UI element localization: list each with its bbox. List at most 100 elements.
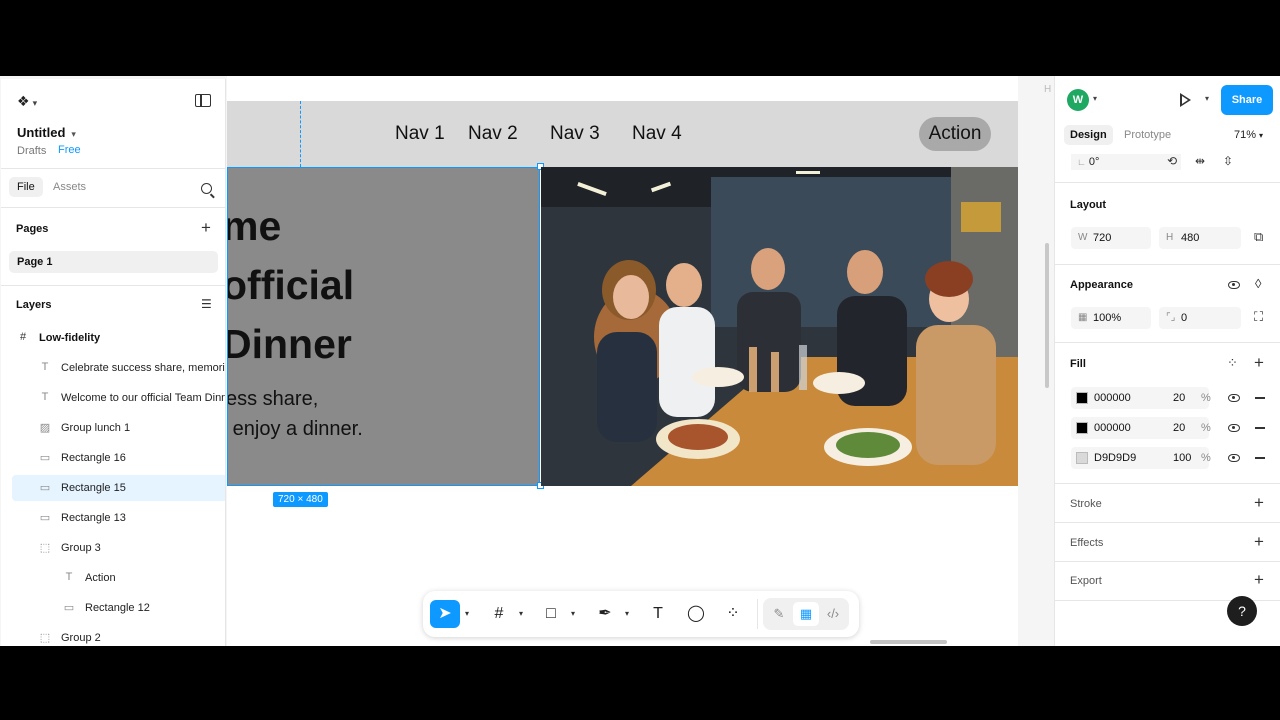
- appearance-header: Appearance: [1070, 279, 1133, 291]
- fill-visibility-eye-icon[interactable]: [1228, 394, 1240, 402]
- layer-row[interactable]: T Celebrate success share, memories: [1, 355, 226, 381]
- plan-badge[interactable]: Free: [53, 143, 86, 157]
- corner-radius-field[interactable]: ⌜⌟ 0: [1159, 307, 1241, 329]
- fill-swatch[interactable]: [1076, 422, 1088, 434]
- layer-row[interactable]: T Welcome to our official Team Dinner: [1, 385, 225, 411]
- layer-row[interactable]: ⬚ Group 3: [1, 535, 225, 561]
- remove-fill-icon[interactable]: [1255, 427, 1265, 429]
- layer-row[interactable]: # Low-fidelity: [1, 325, 225, 351]
- selected-rectangle-15[interactable]: me official Dinner cess share, d enjoy a…: [227, 167, 540, 486]
- fill-opacity-value[interactable]: 20: [1173, 392, 1185, 404]
- fill-hex-value[interactable]: D9D9D9: [1094, 452, 1136, 464]
- opacity-icon: ▦: [1078, 312, 1088, 323]
- blend-mode-icon[interactable]: ◊: [1255, 276, 1261, 291]
- layer-label: Rectangle 16: [61, 452, 126, 464]
- flip-vertical-icon[interactable]: ⇳: [1223, 154, 1233, 168]
- action-button[interactable]: Action: [919, 117, 991, 151]
- layer-row[interactable]: ▭ Rectangle 13: [1, 505, 225, 531]
- text-tool-icon[interactable]: T: [643, 600, 673, 628]
- present-play-icon[interactable]: [1180, 93, 1191, 107]
- pen-tool-icon[interactable]: ✒: [590, 600, 620, 628]
- avatar[interactable]: W: [1067, 89, 1089, 111]
- remove-fill-icon[interactable]: [1255, 457, 1265, 459]
- zoom-menu[interactable]: 71% ▾: [1234, 129, 1263, 141]
- rotate-icon[interactable]: ⟲: [1167, 154, 1177, 168]
- fill-hex-value[interactable]: 000000: [1094, 392, 1131, 404]
- zoom-value: 71%: [1234, 129, 1257, 141]
- main-menu-button[interactable]: ❖ ▾: [17, 93, 37, 110]
- fill-swatch[interactable]: [1076, 452, 1088, 464]
- share-button[interactable]: Share: [1221, 85, 1273, 115]
- help-button[interactable]: ?: [1227, 596, 1257, 626]
- remove-fill-icon[interactable]: [1255, 397, 1265, 399]
- horizontal-scrollbar[interactable]: [870, 640, 947, 644]
- chevron-down-icon[interactable]: ▾: [571, 609, 575, 618]
- group-lunch-image[interactable]: [541, 167, 1018, 486]
- layer-row[interactable]: ⬚ Group 2: [1, 625, 225, 646]
- nav-item-3[interactable]: Nav 3: [550, 123, 600, 145]
- layer-label: Celebrate success share, memories: [61, 362, 226, 374]
- navbar-rectangle[interactable]: [227, 101, 1018, 167]
- layer-row[interactable]: ▨ Group lunch 1: [1, 415, 225, 441]
- flip-horizontal-icon[interactable]: ⇹: [1195, 154, 1205, 168]
- fill-opacity-value[interactable]: 100: [1173, 452, 1191, 464]
- left-panel: ❖ ▾ Untitled ▾ Drafts Free File Assets Pag…: [1, 79, 226, 646]
- opacity-field[interactable]: ▦ 100%: [1071, 307, 1151, 329]
- chevron-down-icon[interactable]: ▾: [519, 609, 523, 618]
- resize-to-fit-icon[interactable]: ⧉: [1254, 229, 1263, 245]
- tab-file[interactable]: File: [9, 177, 43, 197]
- search-icon[interactable]: [201, 183, 212, 194]
- chevron-down-icon[interactable]: ▾: [465, 609, 469, 618]
- draw-mode-icon[interactable]: ✎: [766, 602, 792, 626]
- tab-assets[interactable]: Assets: [53, 181, 86, 193]
- layer-row[interactable]: ▭ Rectangle 15: [12, 475, 225, 501]
- file-location[interactable]: Drafts: [17, 145, 46, 157]
- file-title[interactable]: Untitled ▾: [17, 125, 76, 140]
- layer-row[interactable]: ▭ Rectangle 12: [1, 595, 225, 621]
- tab-design[interactable]: Design: [1064, 125, 1113, 145]
- toggle-sidebar-icon[interactable]: [195, 94, 211, 107]
- fill-row[interactable]: 000000 20%: [1071, 387, 1211, 409]
- tab-prototype[interactable]: Prototype: [1124, 129, 1171, 141]
- visibility-eye-icon[interactable]: [1228, 281, 1240, 289]
- dev-mode-icon[interactable]: ‹/›: [820, 602, 846, 626]
- chevron-down-icon[interactable]: ▾: [1093, 94, 1097, 103]
- fill-row[interactable]: D9D9D9 100%: [1071, 447, 1211, 469]
- size-badge: 720 × 480: [273, 492, 328, 507]
- page-item[interactable]: Page 1: [9, 251, 218, 273]
- fill-visibility-eye-icon[interactable]: [1228, 424, 1240, 432]
- styles-grid-icon[interactable]: ⁘: [1227, 355, 1238, 371]
- rectangle-tool-icon[interactable]: □: [536, 600, 566, 628]
- add-fill-icon[interactable]: +: [1254, 354, 1264, 371]
- opacity-value: 100%: [1093, 312, 1122, 324]
- fill-opacity-value[interactable]: 20: [1173, 422, 1185, 434]
- chevron-down-icon[interactable]: ▾: [625, 609, 629, 618]
- canvas[interactable]: Nav 1 Nav 2 Nav 3 Nav 4 Action me offici…: [227, 76, 1053, 646]
- rotation-field[interactable]: ∟ 0°: [1071, 154, 1181, 170]
- design-mode-icon[interactable]: ▦: [793, 602, 819, 626]
- move-tool-icon[interactable]: ➤: [430, 600, 460, 628]
- actions-tool-icon[interactable]: ⁘: [718, 600, 748, 628]
- chevron-down-icon[interactable]: ▾: [1205, 94, 1209, 103]
- nav-item-2[interactable]: Nav 2: [468, 123, 518, 145]
- fill-swatch[interactable]: [1076, 392, 1088, 404]
- width-field[interactable]: W 720: [1071, 227, 1151, 249]
- layer-row[interactable]: T Action: [1, 565, 225, 591]
- collapse-layers-icon[interactable]: ☰: [201, 297, 212, 311]
- fill-hex-value[interactable]: 000000: [1094, 422, 1131, 434]
- frame-tool-icon[interactable]: #: [484, 600, 514, 628]
- add-effect-icon[interactable]: +: [1254, 533, 1264, 550]
- add-export-icon[interactable]: +: [1254, 571, 1264, 588]
- vertical-scrollbar[interactable]: [1045, 243, 1049, 388]
- add-page-icon[interactable]: +: [201, 219, 211, 236]
- nav-item-4[interactable]: Nav 4: [632, 123, 682, 145]
- comment-tool-icon[interactable]: ◯: [681, 600, 711, 628]
- nav-item-1[interactable]: Nav 1: [395, 123, 445, 145]
- height-field[interactable]: H 480: [1159, 227, 1241, 249]
- fill-visibility-eye-icon[interactable]: [1228, 454, 1240, 462]
- independent-corners-icon[interactable]: ⛶: [1254, 309, 1263, 325]
- fill-row[interactable]: 000000 20%: [1071, 417, 1211, 439]
- layer-row[interactable]: ▭ Rectangle 16: [1, 445, 225, 471]
- add-stroke-icon[interactable]: +: [1254, 494, 1264, 511]
- divider: [1055, 342, 1280, 343]
